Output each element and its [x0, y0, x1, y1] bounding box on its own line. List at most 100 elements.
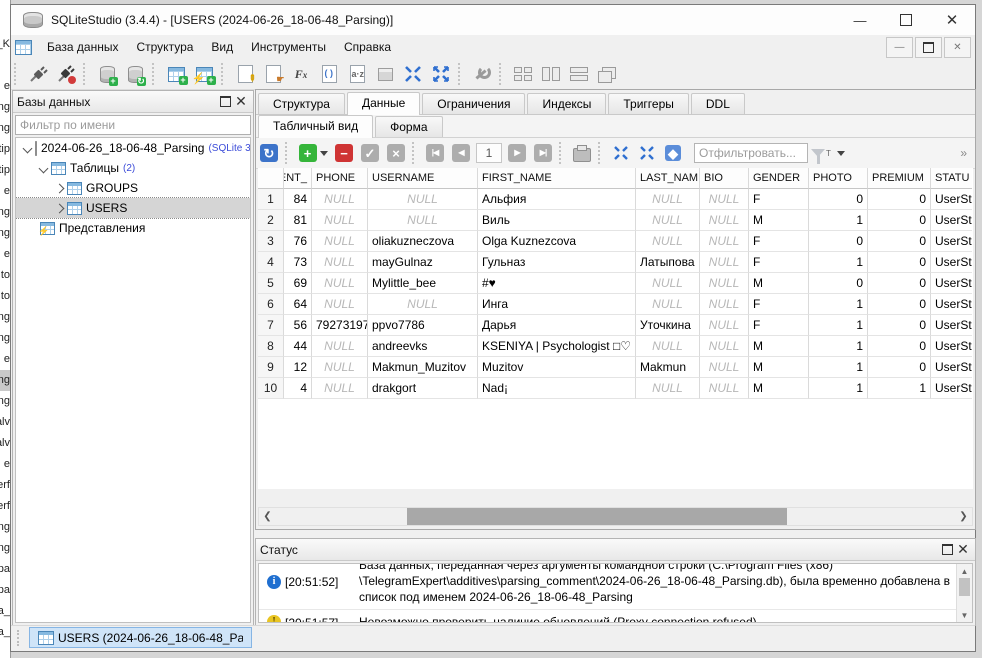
- cell-gender[interactable]: F: [749, 294, 809, 315]
- mdi-horizontal-layout-button[interactable]: [565, 61, 593, 87]
- cell-photo[interactable]: 0: [809, 273, 868, 294]
- tab-constraints[interactable]: Ограничения: [422, 93, 525, 114]
- column-header-username[interactable]: USERNAME: [368, 168, 478, 189]
- cell-statu[interactable]: UserSt: [931, 231, 972, 252]
- table-row[interactable]: 664NULLNULLИнгаNULLNULLF10UserSt: [258, 294, 973, 315]
- functions-button[interactable]: Fx: [287, 61, 315, 87]
- row-number[interactable]: 8: [258, 336, 284, 357]
- chevron-right-icon[interactable]: [55, 203, 65, 213]
- cell-username[interactable]: mayGulnaz: [368, 252, 478, 273]
- cell-phone[interactable]: NULL: [312, 210, 368, 231]
- cell-bio[interactable]: NULL: [700, 189, 749, 210]
- cell-last_nami[interactable]: Латыпова: [636, 252, 700, 273]
- cell-photo[interactable]: 1: [809, 294, 868, 315]
- commit-button[interactable]: ✓: [358, 141, 382, 165]
- cell-premium[interactable]: 0: [868, 315, 931, 336]
- close-button[interactable]: ✕: [929, 5, 975, 35]
- cell-bio[interactable]: NULL: [700, 294, 749, 315]
- cell-username[interactable]: drakgort: [368, 378, 478, 399]
- cell-phone[interactable]: NULL: [312, 357, 368, 378]
- menu-view[interactable]: Вид: [202, 37, 242, 57]
- shrink-columns-button[interactable]: [399, 61, 427, 87]
- row-number[interactable]: 9: [258, 357, 284, 378]
- cell-photo[interactable]: 1: [809, 315, 868, 336]
- cell-username[interactable]: andreevks: [368, 336, 478, 357]
- mdi-vertical-layout-button[interactable]: [537, 61, 565, 87]
- cell-first_name[interactable]: Инга: [478, 294, 636, 315]
- tree-item-tables[interactable]: Таблицы (2): [16, 158, 250, 178]
- mdi-restore-button[interactable]: [915, 37, 942, 58]
- cell-bio[interactable]: NULL: [700, 357, 749, 378]
- cell-last_nami[interactable]: NULL: [636, 378, 700, 399]
- cell-photo[interactable]: 0: [809, 189, 868, 210]
- tree-item-database[interactable]: 2024-06-26_18-06-48_Parsing (SQLite 3: [16, 138, 250, 158]
- table-row[interactable]: 473NULLmayGulnazГульназЛатыповаNULLF10Us…: [258, 252, 973, 273]
- table-row[interactable]: 75679273197786ppvo7786ДарьяУточкинаNULLF…: [258, 315, 973, 336]
- filter-dropdown[interactable]: [837, 151, 845, 156]
- cell-photo[interactable]: 1: [809, 378, 868, 399]
- cell-ent_[interactable]: 4: [284, 378, 312, 399]
- cell-ent_[interactable]: 81: [284, 210, 312, 231]
- cell-photo[interactable]: 1: [809, 252, 868, 273]
- minimize-button[interactable]: —: [837, 5, 883, 35]
- cell-bio[interactable]: NULL: [700, 210, 749, 231]
- float-panel-button[interactable]: [939, 542, 955, 558]
- menu-help[interactable]: Справка: [335, 37, 400, 57]
- column-header-gender[interactable]: GENDER: [749, 168, 809, 189]
- cell-bio[interactable]: NULL: [700, 252, 749, 273]
- cell-ent_[interactable]: 56: [284, 315, 312, 336]
- tab-data[interactable]: Данные: [347, 92, 420, 115]
- add-row-button[interactable]: +: [296, 141, 330, 165]
- cell-first_name[interactable]: Olga Kuznezcova: [478, 231, 636, 252]
- cell-photo[interactable]: 0: [809, 231, 868, 252]
- cell-premium[interactable]: 1: [868, 378, 931, 399]
- column-header-premium[interactable]: PREMIUM: [868, 168, 931, 189]
- menu-database[interactable]: База данных: [38, 37, 127, 57]
- cell-first_name[interactable]: Nad¡: [478, 378, 636, 399]
- taskbar-item-users[interactable]: USERS (2024-06-26_18-06-48_Parsing): [29, 627, 252, 648]
- mdi-close-button[interactable]: ✕: [944, 37, 971, 58]
- import-table-button[interactable]: ⚡+: [190, 61, 218, 87]
- row-number[interactable]: 6: [258, 294, 284, 315]
- prev-page-button[interactable]: ◀: [449, 141, 473, 165]
- close-panel-button[interactable]: ✕: [233, 94, 249, 110]
- rollback-button[interactable]: ×: [384, 141, 408, 165]
- close-panel-button[interactable]: ✕: [955, 542, 971, 558]
- delete-row-button[interactable]: −: [332, 141, 356, 165]
- column-header-bio[interactable]: BIO: [700, 168, 749, 189]
- cell-ent_[interactable]: 73: [284, 252, 312, 273]
- cell-premium[interactable]: 0: [868, 210, 931, 231]
- tab-triggers[interactable]: Триггеры: [608, 93, 689, 114]
- cell-premium[interactable]: 0: [868, 189, 931, 210]
- print-button[interactable]: [570, 141, 594, 165]
- tree-filter-input[interactable]: Фильтр по имени: [15, 115, 251, 135]
- open-sql-editor-button[interactable]: ✎: [231, 61, 259, 87]
- cell-username[interactable]: NULL: [368, 189, 478, 210]
- filter-mode-button[interactable]: T: [809, 141, 833, 165]
- status-panel-header[interactable]: Статус ✕: [256, 539, 975, 561]
- subtab-grid-view[interactable]: Табличный вид: [258, 115, 373, 138]
- cell-gender[interactable]: F: [749, 189, 809, 210]
- table-row[interactable]: 104NULLdrakgortNad¡NULLNULLM11UserSt: [258, 378, 973, 399]
- title-bar[interactable]: SQLiteStudio (3.4.4) - [USERS (2024-06-2…: [11, 5, 975, 35]
- row-number[interactable]: 5: [258, 273, 284, 294]
- cell-first_name[interactable]: #♥: [478, 273, 636, 294]
- float-panel-button[interactable]: [217, 94, 233, 110]
- cell-premium[interactable]: 0: [868, 231, 931, 252]
- cell-phone[interactable]: NULL: [312, 189, 368, 210]
- refresh-database-button[interactable]: ↻: [121, 61, 149, 87]
- grid-filter-input[interactable]: Отфильтровать...: [694, 143, 808, 163]
- cell-first_name[interactable]: Виль: [478, 210, 636, 231]
- cell-phone[interactable]: NULL: [312, 273, 368, 294]
- cell-statu[interactable]: UserSt: [931, 378, 972, 399]
- cell-last_nami[interactable]: NULL: [636, 273, 700, 294]
- column-header-last_nami[interactable]: LAST_NAMI: [636, 168, 700, 189]
- table-row[interactable]: 912NULLMakmun_MuzitovMuzitovMakmunNULLM1…: [258, 357, 973, 378]
- cell-gender[interactable]: M: [749, 273, 809, 294]
- cell-premium[interactable]: 0: [868, 273, 931, 294]
- extensions-button[interactable]: [371, 61, 399, 87]
- cell-photo[interactable]: 1: [809, 357, 868, 378]
- cell-last_nami[interactable]: NULL: [636, 336, 700, 357]
- vertical-scrollbar[interactable]: ▲ ▼: [956, 564, 972, 622]
- cell-statu[interactable]: UserSt: [931, 357, 972, 378]
